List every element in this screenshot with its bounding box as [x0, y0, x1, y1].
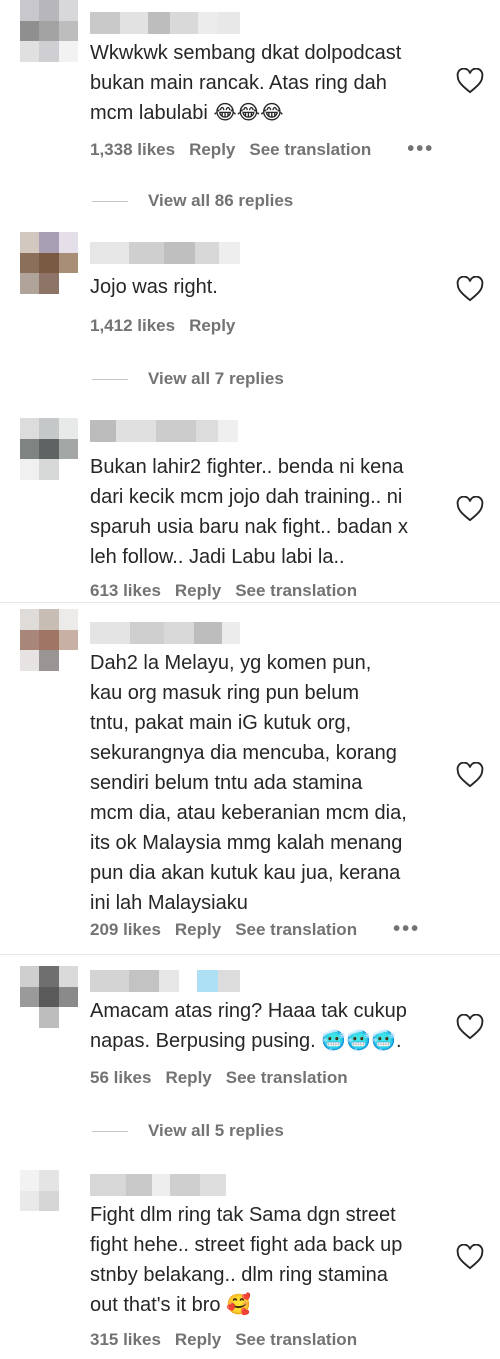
view-replies-label: View all 5 replies [148, 1121, 284, 1140]
avatar[interactable] [20, 1170, 78, 1232]
likes-count[interactable]: 1,338 likes [90, 140, 175, 160]
see-translation-button[interactable]: See translation [226, 1068, 348, 1088]
comment-text: Fight dlm ring tak Sama dgn street fight… [90, 1200, 450, 1320]
reply-button[interactable]: Reply [175, 581, 221, 601]
username-blurred[interactable] [90, 970, 240, 992]
see-translation-button[interactable]: See translation [235, 1330, 357, 1350]
heart-outline-icon[interactable] [456, 1244, 484, 1270]
view-replies-button[interactable]: View all 7 replies [92, 369, 284, 389]
more-options-icon[interactable]: ••• [407, 138, 434, 161]
divider [0, 954, 500, 955]
likes-count[interactable]: 56 likes [90, 1068, 151, 1088]
avatar[interactable] [20, 609, 78, 671]
avatar[interactable] [20, 232, 78, 294]
avatar[interactable] [20, 0, 78, 62]
username-blurred[interactable] [90, 622, 240, 644]
see-translation-button[interactable]: See translation [235, 581, 357, 601]
comment-text: Bukan lahir2 fighter.. benda ni kena dar… [90, 456, 408, 568]
comment-text: Amacam atas ring? Haaa tak cukup napas. … [90, 996, 450, 1056]
comment-text: Wkwkwk sembang dkat dolpodcast bukan mai… [90, 38, 450, 128]
username-blurred[interactable] [90, 420, 240, 442]
reply-button[interactable]: Reply [175, 1330, 221, 1350]
comment-meta: 613 likes Reply See translation [90, 581, 357, 601]
comment-text: Jojo was right. [90, 276, 218, 298]
emoji: 😂😂😂 [213, 102, 284, 124]
likes-count[interactable]: 315 likes [90, 1330, 161, 1350]
view-replies-button[interactable]: View all 86 replies [92, 191, 293, 211]
avatar[interactable] [20, 418, 78, 480]
replies-line [92, 1130, 128, 1132]
view-replies-button[interactable]: View all 5 replies [92, 1121, 284, 1141]
username-blurred[interactable] [90, 12, 240, 34]
reply-button[interactable]: Reply [165, 1068, 211, 1088]
comment-meta: 209 likes Reply See translation ••• [90, 918, 420, 941]
more-options-icon[interactable]: ••• [393, 918, 420, 941]
heart-outline-icon[interactable] [456, 762, 484, 788]
heart-outline-icon[interactable] [456, 496, 484, 522]
comment-meta: 1,338 likes Reply See translation ••• [90, 138, 434, 161]
replies-line [92, 378, 128, 380]
divider [0, 602, 500, 603]
emoji: 🥶🥶🥶. [321, 1030, 402, 1052]
reply-button[interactable]: Reply [189, 140, 235, 160]
heart-outline-icon[interactable] [456, 68, 484, 94]
heart-outline-icon[interactable] [456, 1014, 484, 1040]
comment-text: Dah2 la Melayu, yg komen pun, kau org ma… [90, 652, 407, 914]
see-translation-button[interactable]: See translation [249, 140, 371, 160]
username-blurred[interactable] [90, 1174, 240, 1196]
reply-button[interactable]: Reply [189, 316, 235, 336]
likes-count[interactable]: 613 likes [90, 581, 161, 601]
view-replies-label: View all 7 replies [148, 369, 284, 388]
replies-line [92, 200, 128, 202]
comment-meta: 315 likes Reply See translation [90, 1330, 357, 1350]
likes-count[interactable]: 1,412 likes [90, 316, 175, 336]
likes-count[interactable]: 209 likes [90, 920, 161, 940]
emoji: 🥰 [226, 1294, 252, 1316]
heart-outline-icon[interactable] [456, 276, 484, 302]
comment-meta: 56 likes Reply See translation [90, 1068, 348, 1088]
see-translation-button[interactable]: See translation [235, 920, 357, 940]
username-blurred[interactable] [90, 242, 240, 264]
view-replies-label: View all 86 replies [148, 191, 294, 210]
avatar[interactable] [20, 966, 78, 1028]
comment-meta: 1,412 likes Reply [90, 316, 235, 336]
reply-button[interactable]: Reply [175, 920, 221, 940]
